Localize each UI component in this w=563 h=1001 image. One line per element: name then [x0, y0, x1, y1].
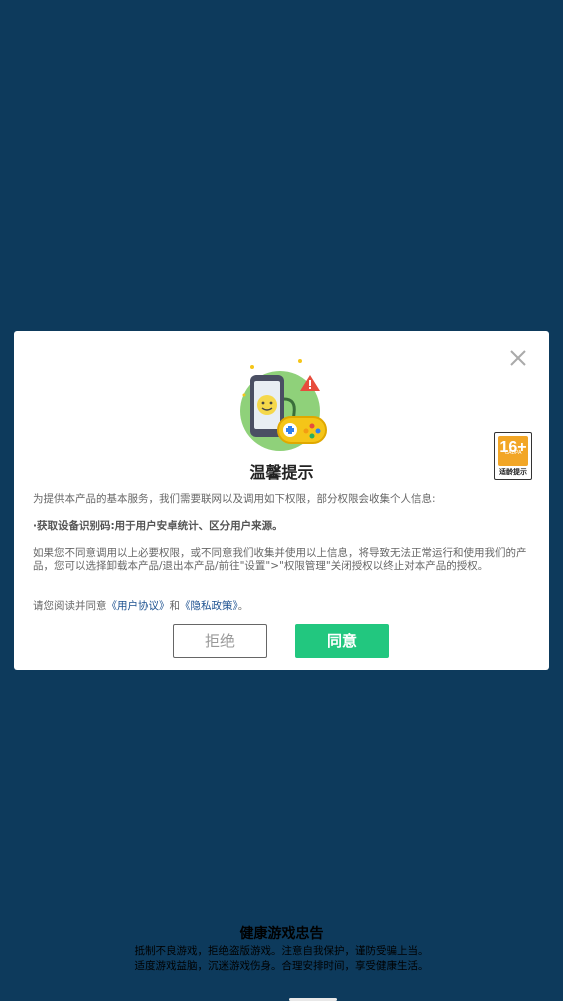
- consent-and: 和: [169, 600, 181, 612]
- user-agreement-link[interactable]: 《用户协议》: [107, 600, 170, 612]
- splash-screen: 16+ CADPA 适龄提示 温馨提示 为提供本产品的基本服务，我们需要联网以及…: [0, 0, 563, 1001]
- health-advisory-line: 适度游戏益脑，沉迷游戏伤身。合理安排时间，享受健康生活。: [134, 960, 429, 972]
- intro-text: 为提供本产品的基本服务，我们需要联网以及调用如下权限，部分权限会收集个人信息:: [33, 493, 436, 505]
- agree-button[interactable]: 同意: [295, 624, 389, 658]
- dialog-title: 温馨提示: [249, 463, 314, 482]
- consent-suffix: 。: [237, 600, 249, 612]
- permission-item: ·获取设备识别码:用于用户安卓统计、区分用户来源。: [33, 520, 283, 532]
- health-advisory-title: 健康游戏忠告: [239, 926, 324, 942]
- consent-prefix: 请您阅读并同意: [33, 600, 107, 612]
- notice-text: 如果您不同意调用以上必要权限，或不同意我们收集并使用以上信息，将导致无法正常运行…: [33, 547, 527, 572]
- phone-gamepad-illustration: [234, 355, 330, 453]
- age-rating-sub: CADPA: [504, 450, 522, 456]
- close-icon[interactable]: [507, 347, 529, 369]
- privacy-policy-link[interactable]: 《隐私政策》: [180, 600, 238, 612]
- health-advisory-line: 抵制不良游戏，拒绝盗版游戏。注意自我保护，谨防受骗上当。: [134, 945, 429, 957]
- reject-button[interactable]: 拒绝: [173, 624, 267, 658]
- permission-dialog: 16+ CADPA 适龄提示 温馨提示 为提供本产品的基本服务，我们需要联网以及…: [14, 331, 549, 670]
- consent-text: 请您阅读并同意《用户协议》和《隐私政策》。: [33, 600, 531, 613]
